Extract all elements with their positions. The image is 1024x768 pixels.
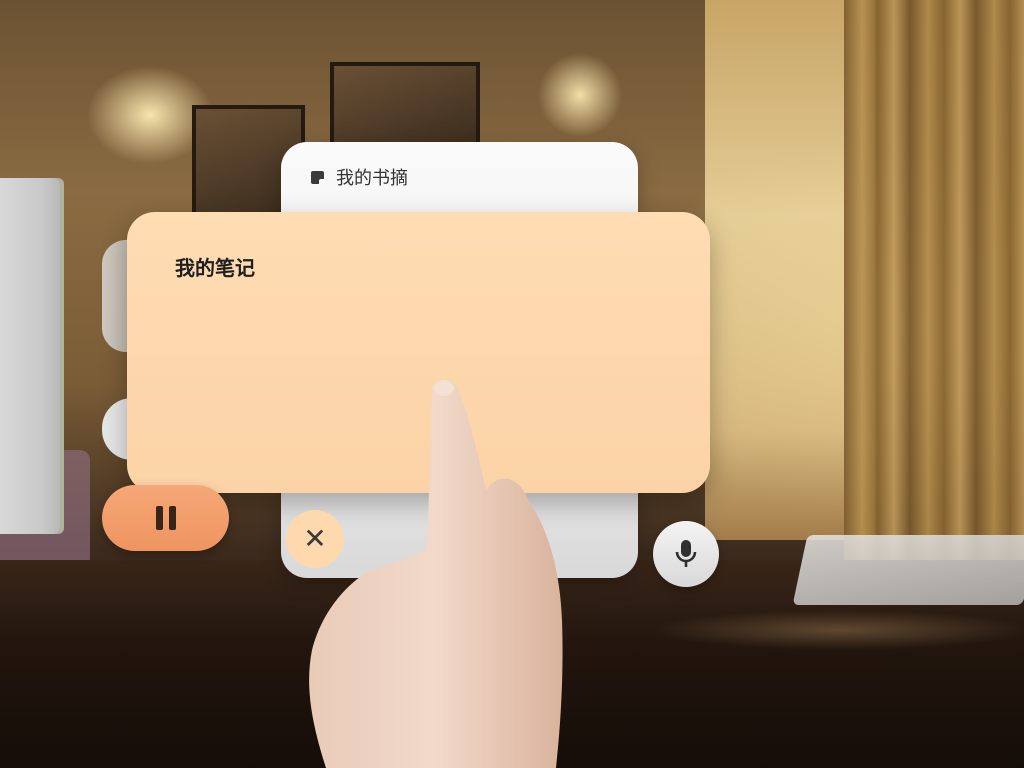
card-header: 我的书摘 [311, 164, 408, 190]
microphone-button[interactable] [653, 521, 719, 587]
pause-icon [155, 506, 176, 530]
curtain [844, 0, 1024, 560]
card-title: 我的书摘 [336, 168, 408, 189]
note-title: 我的笔记 [175, 256, 255, 280]
note-icon [311, 170, 324, 184]
pause-button[interactable] [102, 485, 229, 551]
my-notes-card[interactable]: 我的笔记 [127, 212, 710, 493]
microphone-icon [675, 540, 697, 567]
close-icon: ✕ [303, 522, 327, 555]
table-reflection [650, 610, 1024, 650]
papers-on-table [792, 535, 1024, 605]
close-button[interactable]: ✕ [286, 510, 344, 568]
side-panel[interactable] [0, 178, 60, 534]
